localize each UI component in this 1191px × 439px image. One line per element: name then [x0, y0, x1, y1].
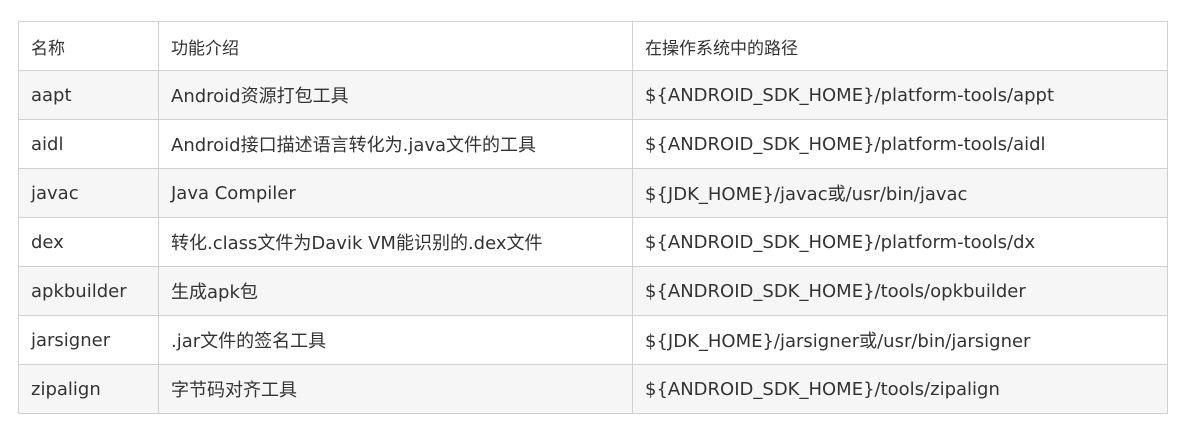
table-row: javac Java Compiler ${JDK_HOME}/javac或/u… — [18, 168, 1168, 218]
table-header: 名称 功能介绍 在操作系统中的路径 — [18, 21, 1168, 71]
tool-description-cell: Android资源打包工具 — [158, 70, 633, 120]
tool-path-cell: ${ANDROID_SDK_HOME}/platform-tools/aidl — [632, 119, 1168, 169]
table-row: aapt Android资源打包工具 ${ANDROID_SDK_HOME}/p… — [18, 70, 1168, 120]
tool-name-cell: aapt — [18, 70, 159, 120]
tool-path-cell: ${ANDROID_SDK_HOME}/platform-tools/dx — [632, 217, 1168, 267]
table-row: apkbuilder 生成apk包 ${ANDROID_SDK_HOME}/to… — [18, 266, 1168, 316]
tool-path-cell: ${ANDROID_SDK_HOME}/platform-tools/appt — [632, 70, 1168, 120]
table-body: aapt Android资源打包工具 ${ANDROID_SDK_HOME}/p… — [18, 70, 1168, 414]
tool-description-cell: .jar文件的签名工具 — [158, 315, 633, 365]
table-row: zipalign 字节码对齐工具 ${ANDROID_SDK_HOME}/too… — [18, 364, 1168, 414]
header-name: 名称 — [18, 21, 159, 71]
table-row: dex 转化.class文件为Davik VM能识别的.dex文件 ${ANDR… — [18, 217, 1168, 267]
tool-name-cell: zipalign — [18, 364, 159, 414]
tool-description-cell: Java Compiler — [158, 168, 633, 218]
header-description: 功能介绍 — [158, 21, 633, 71]
tool-description-cell: 转化.class文件为Davik VM能识别的.dex文件 — [158, 217, 633, 267]
header-row: 名称 功能介绍 在操作系统中的路径 — [18, 21, 1168, 71]
table-row: jarsigner .jar文件的签名工具 ${JDK_HOME}/jarsig… — [18, 315, 1168, 365]
table-row: aidl Android接口描述语言转化为.java文件的工具 ${ANDROI… — [18, 119, 1168, 169]
header-path: 在操作系统中的路径 — [632, 21, 1168, 71]
tools-table: 名称 功能介绍 在操作系统中的路径 aapt Android资源打包工具 ${A… — [18, 21, 1168, 414]
tool-name-cell: aidl — [18, 119, 159, 169]
tool-name-cell: jarsigner — [18, 315, 159, 365]
tool-name-cell: apkbuilder — [18, 266, 159, 316]
tool-name-cell: javac — [18, 168, 159, 218]
tool-name-cell: dex — [18, 217, 159, 267]
tool-path-cell: ${JDK_HOME}/jarsigner或/usr/bin/jarsigner — [632, 315, 1168, 365]
tool-description-cell: 生成apk包 — [158, 266, 633, 316]
tool-path-cell: ${ANDROID_SDK_HOME}/tools/opkbuilder — [632, 266, 1168, 316]
tool-description-cell: Android接口描述语言转化为.java文件的工具 — [158, 119, 633, 169]
tool-path-cell: ${ANDROID_SDK_HOME}/tools/zipalign — [632, 364, 1168, 414]
tool-path-cell: ${JDK_HOME}/javac或/usr/bin/javac — [632, 168, 1168, 218]
tool-description-cell: 字节码对齐工具 — [158, 364, 633, 414]
